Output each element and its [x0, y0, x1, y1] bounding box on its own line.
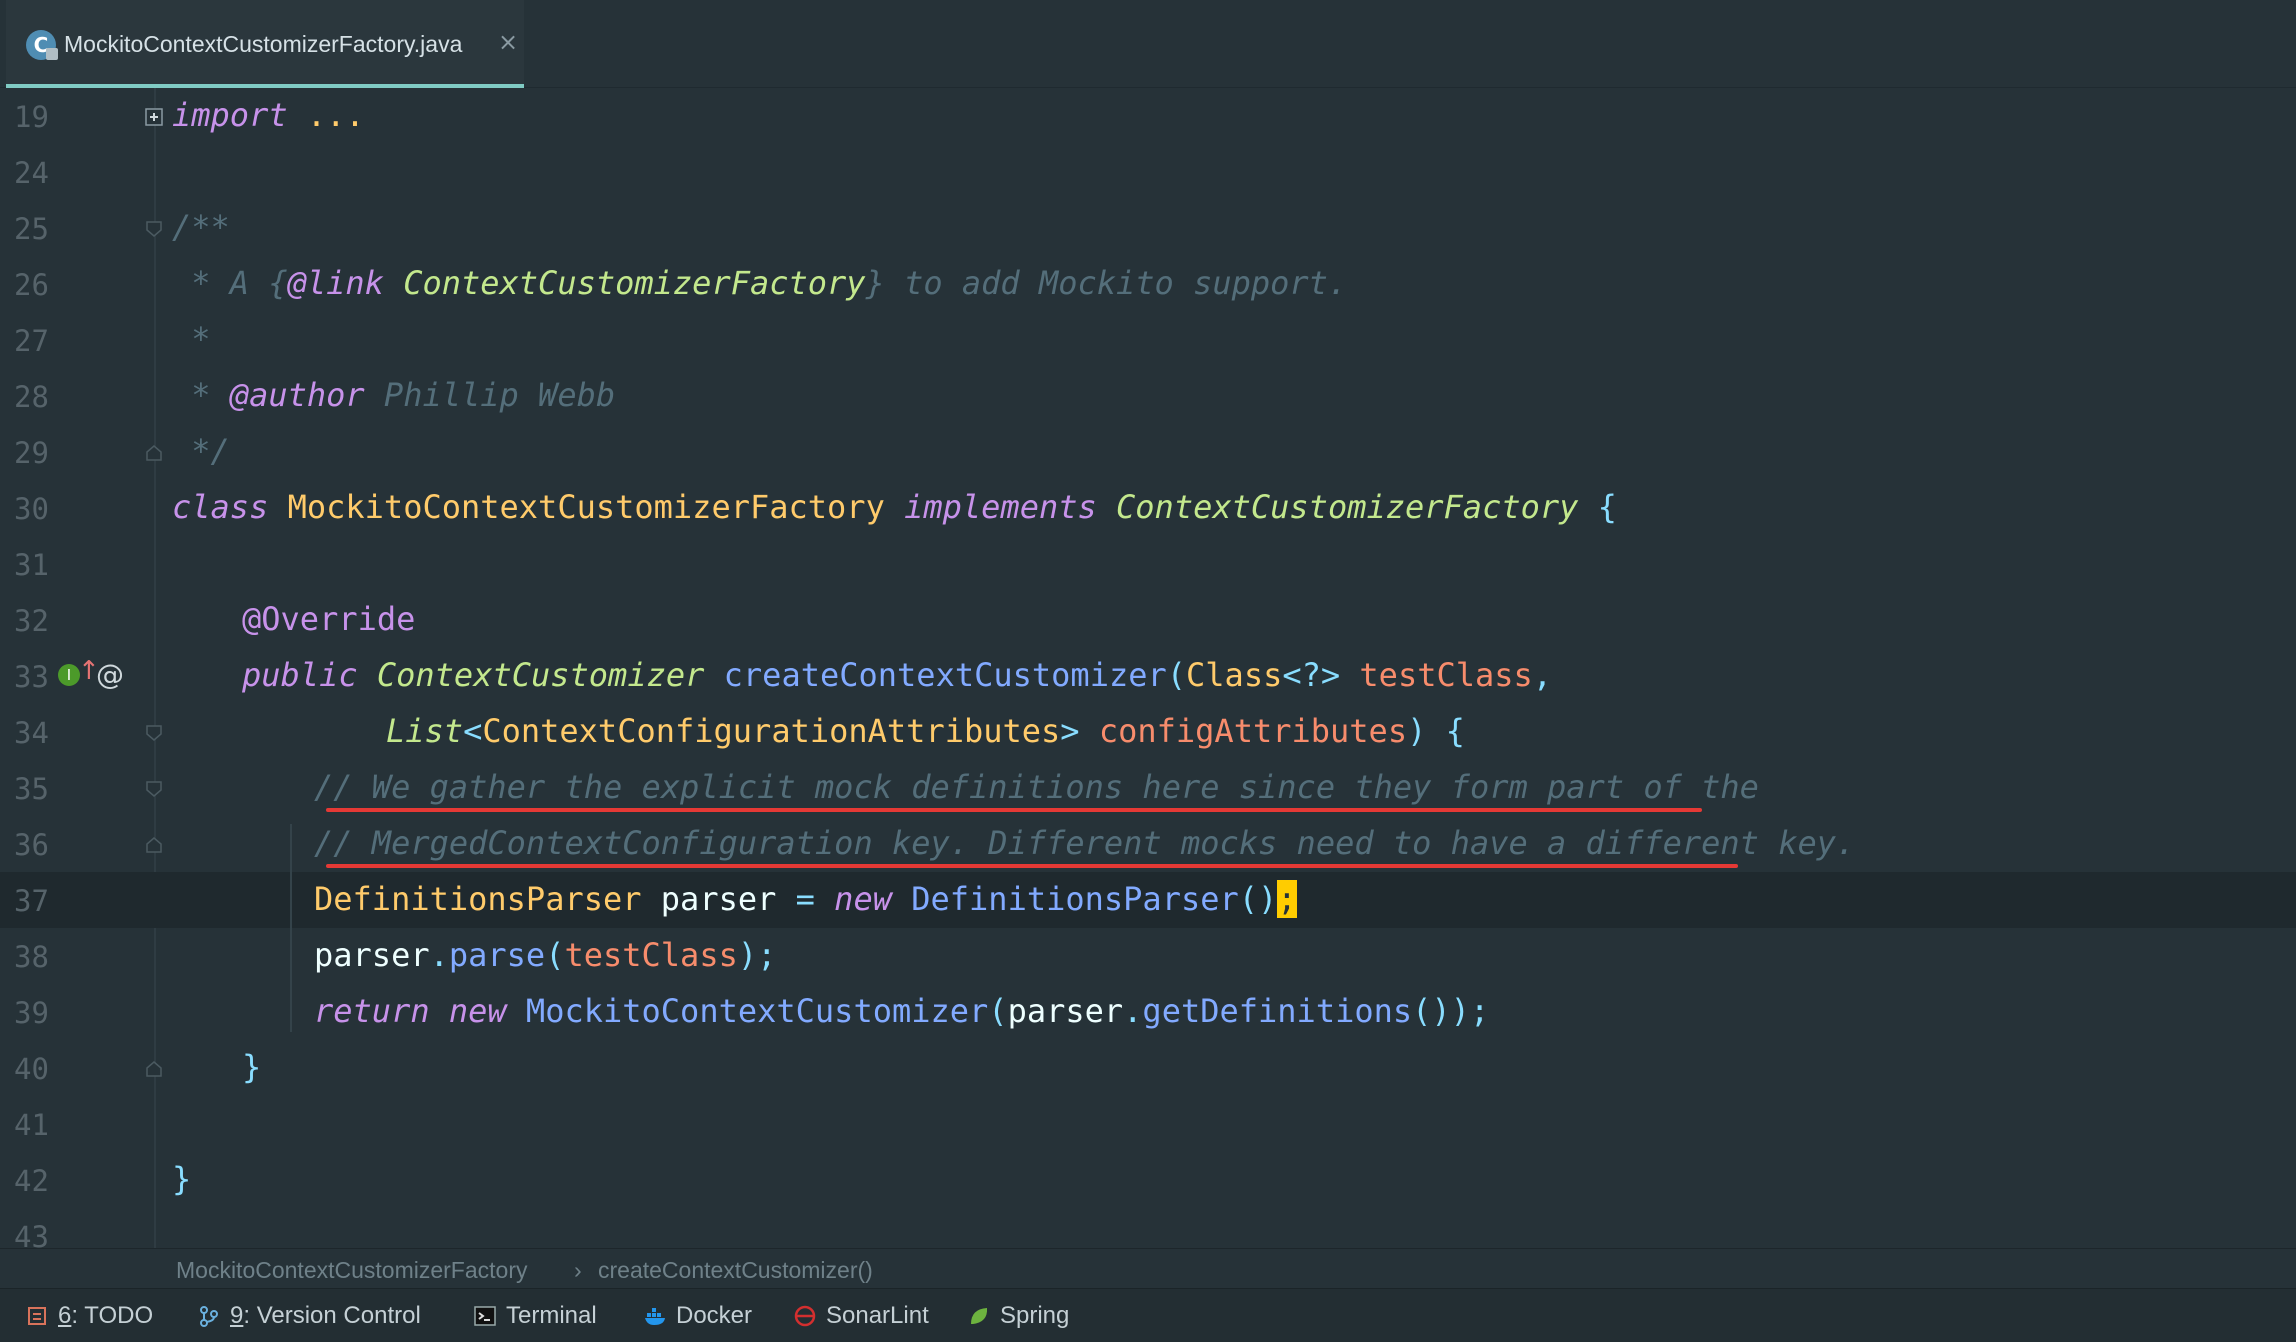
fold-collapse-icon[interactable] [145, 444, 163, 462]
lock-icon [46, 48, 58, 60]
code-text: } [242, 1048, 262, 1086]
code-text: List<ContextConfigurationAttributes> con… [386, 712, 1465, 750]
code-line[interactable]: 40} [0, 1040, 2296, 1096]
todo-icon [26, 1305, 48, 1327]
code-line[interactable]: 32 @Override [0, 592, 2296, 648]
line-number: 19 [14, 100, 49, 134]
line-number: 26 [14, 268, 49, 302]
line-number: 24 [14, 156, 49, 190]
line-number: 37 [14, 884, 49, 918]
code-line[interactable]: 27 * [0, 312, 2296, 368]
code-line[interactable]: 37 DefinitionsParser parser = new Definit… [0, 872, 2296, 928]
code-text: import ... [172, 96, 365, 134]
line-number: 41 [14, 1108, 49, 1142]
tool-window-bar: 6: TODO 9: Version Control Terminal Dock… [0, 1288, 2296, 1342]
breadcrumb: MockitoContextCustomizerFactory › create… [0, 1248, 2296, 1288]
tool-window-sonarlint[interactable]: SonarLint [794, 1301, 929, 1331]
code-line[interactable]: 29 */ [0, 424, 2296, 480]
code-line[interactable]: 42} [0, 1152, 2296, 1208]
code-text: // We gather the explicit mock definitio… [314, 768, 1759, 806]
annotation-icon[interactable]: @ [96, 658, 124, 691]
breadcrumb-class[interactable]: MockitoContextCustomizerFactory [176, 1257, 528, 1284]
tool-window-spring[interactable]: Spring [968, 1301, 1069, 1331]
code-text: parser.parse(testClass); [314, 936, 777, 974]
code-text: } [172, 1160, 192, 1198]
line-number: 38 [14, 940, 49, 974]
code-text: DefinitionsParser parser = new Definitio… [314, 880, 1297, 918]
code-line[interactable]: 25 /** [0, 200, 2296, 256]
code-text: /** [172, 208, 230, 246]
breadcrumb-separator: › [574, 1257, 582, 1283]
code-text: * A {@link ContextCustomizerFactory} to … [172, 264, 1348, 302]
fold-collapse-icon[interactable] [145, 724, 163, 742]
line-number: 36 [14, 828, 49, 862]
tool-window-docker[interactable]: Docker [644, 1301, 752, 1331]
tool-window-version-control[interactable]: 9: Version Control [198, 1301, 421, 1331]
line-number: 32 [14, 604, 49, 638]
code-text: return new MockitoContextCustomizer(pars… [314, 992, 1490, 1030]
code-line[interactable]: 34 List<ContextConfigurationAttributes> c… [0, 704, 2296, 760]
spring-leaf-icon [968, 1305, 990, 1327]
text-caret: ; [1277, 880, 1297, 918]
line-number: 42 [14, 1164, 49, 1198]
editor-tab-bar: C MockitoContextCustomizerFactory.java × [0, 0, 2296, 88]
error-underline [326, 808, 1702, 812]
code-line[interactable]: 41 [0, 1096, 2296, 1152]
line-number: 25 [14, 212, 49, 246]
line-number: 43 [14, 1220, 49, 1248]
tab-mockito-context-customizer-factory[interactable]: C MockitoContextCustomizerFactory.java × [6, 0, 524, 88]
line-number: 33 [14, 660, 49, 694]
fold-collapse-icon[interactable] [145, 780, 163, 798]
line-number: 34 [14, 716, 49, 750]
code-text: class MockitoContextCustomizerFactory im… [172, 488, 1617, 526]
implements-method-icon[interactable]: I [58, 664, 80, 686]
code-text: * @author Phillip Webb [172, 376, 616, 414]
code-line[interactable]: 39 return new MockitoContextCustomizer(pa… [0, 984, 2296, 1040]
code-text: @Override [242, 600, 416, 638]
code-text: * [172, 320, 211, 358]
code-line[interactable]: 33 I ↑ @ public ContextCustomizer createCont… [0, 648, 2296, 704]
code-line[interactable]: 38 parser.parse(testClass); [0, 928, 2296, 984]
fold-collapse-icon[interactable] [145, 1060, 163, 1078]
fold-collapse-icon[interactable] [145, 220, 163, 238]
line-number: 39 [14, 996, 49, 1030]
line-number: 31 [14, 548, 49, 582]
line-number: 29 [14, 436, 49, 470]
close-icon[interactable]: × [498, 28, 518, 56]
error-underline [326, 864, 1738, 868]
code-text: // MergedContextConfiguration key. Diffe… [314, 824, 1856, 862]
breadcrumb-method[interactable]: createContextCustomizer() [598, 1257, 873, 1284]
code-line[interactable]: 19 import ... [0, 88, 2296, 144]
terminal-icon [474, 1305, 496, 1327]
tab-label: MockitoContextCustomizerFactory.java [64, 31, 463, 57]
tool-window-terminal[interactable]: Terminal [474, 1301, 597, 1331]
sonarlint-icon [794, 1305, 816, 1327]
line-number: 35 [14, 772, 49, 806]
tool-window-todo[interactable]: 6: TODO [26, 1301, 153, 1331]
fold-expand-icon[interactable] [145, 108, 163, 126]
code-line[interactable]: 28 * @author Phillip Webb [0, 368, 2296, 424]
fold-collapse-icon[interactable] [145, 836, 163, 854]
code-text: */ [172, 432, 230, 470]
indent-guide [290, 824, 292, 1032]
code-line[interactable]: 30 class MockitoContextCustomizerFactory … [0, 480, 2296, 536]
line-number: 28 [14, 380, 49, 414]
line-number: 27 [14, 324, 49, 358]
code-line[interactable]: 24 [0, 144, 2296, 200]
branch-icon [198, 1305, 220, 1327]
line-number: 30 [14, 492, 49, 526]
code-editor[interactable]: 19 import ... 24 25 /** 26 * A {@link Context… [0, 88, 2296, 1248]
code-line[interactable]: 26 * A {@link ContextCustomizerFactory} … [0, 256, 2296, 312]
code-line[interactable]: 31 [0, 536, 2296, 592]
docker-icon [644, 1305, 666, 1327]
code-line[interactable]: 43 [0, 1208, 2296, 1248]
line-number: 40 [14, 1052, 49, 1086]
code-text: public ContextCustomizer createContextCu… [242, 656, 1553, 694]
